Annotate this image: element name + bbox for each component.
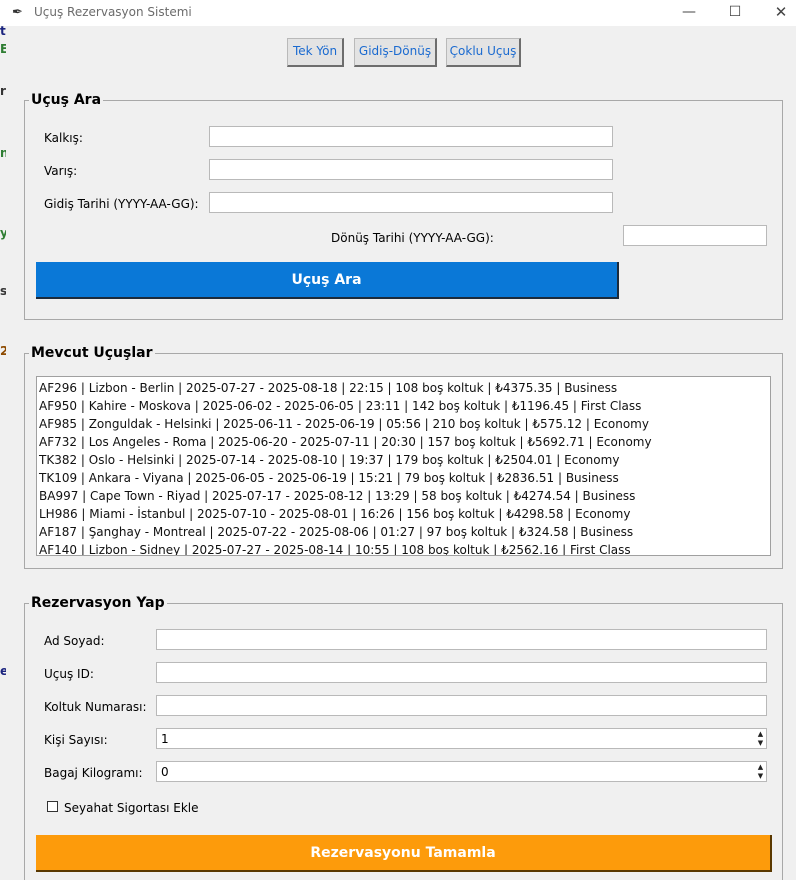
departure-date-input[interactable] xyxy=(209,192,613,213)
background-fragment: E xyxy=(0,42,6,56)
flights-listbox[interactable]: AF296 | Lizbon - Berlin | 2025-07-27 - 2… xyxy=(36,376,771,556)
background-fragment: s xyxy=(0,284,6,298)
booking-frame-title: Rezervasyon Yap xyxy=(29,595,167,611)
title-bar[interactable]: ✒ Uçuş Rezervasyon Sistemi — ☐ ✕ xyxy=(0,0,796,26)
passenger-count-label: Kişi Sayısı: xyxy=(44,733,108,747)
flight-list-item[interactable]: AF950 | Kahire - Moskova | 2025-06-02 - … xyxy=(37,397,770,415)
arrival-city-label: Varış: xyxy=(44,164,78,178)
search-frame-title: Uçuş Ara xyxy=(29,92,104,108)
minimize-button[interactable]: — xyxy=(666,0,712,26)
flight-list-item[interactable]: LH986 | Miami - İstanbul | 2025-07-10 - … xyxy=(37,505,770,523)
full-name-label: Ad Soyad: xyxy=(44,634,105,648)
flight-id-label: Uçuş ID: xyxy=(44,667,94,681)
spin-up-icon[interactable]: ▲ xyxy=(754,730,767,739)
flight-list-item[interactable]: AF187 | Şanghay - Montreal | 2025-07-22 … xyxy=(37,523,770,541)
spin-up-icon[interactable]: ▲ xyxy=(754,763,767,772)
search-flights-button[interactable]: Uçuş Ara xyxy=(36,262,619,299)
multi-city-button[interactable]: Çoklu Uçuş xyxy=(446,38,521,67)
background-fragment: t xyxy=(0,24,6,38)
background-fragment: n xyxy=(0,146,6,160)
flight-list-item[interactable]: BA997 | Cape Town - Riyad | 2025-07-17 -… xyxy=(37,487,770,505)
complete-reservation-button[interactable]: Rezervasyonu Tamamla xyxy=(36,835,772,872)
seat-number-label: Koltuk Numarası: xyxy=(44,700,147,714)
travel-insurance-label[interactable]: Seyahat Sigortası Ekle xyxy=(64,801,198,815)
flight-list-item[interactable]: TK382 | Oslo - Helsinki | 2025-07-14 - 2… xyxy=(37,451,770,469)
passenger-count-spinbox[interactable] xyxy=(156,728,767,749)
background-fragment: 2 xyxy=(0,344,6,358)
arrival-city-input[interactable] xyxy=(209,159,613,180)
baggage-weight-spinbox[interactable] xyxy=(156,761,767,782)
spin-down-icon[interactable]: ▼ xyxy=(754,739,767,748)
flight-list-item[interactable]: TK109 | Ankara - Viyana | 2025-06-05 - 2… xyxy=(37,469,770,487)
background-fragment: e xyxy=(0,664,6,678)
background-fragment: y xyxy=(0,226,6,240)
round-trip-button[interactable]: Gidiş-Dönüş xyxy=(354,38,437,67)
flight-list-item[interactable]: AF985 | Zonguldak - Helsinki | 2025-06-1… xyxy=(37,415,770,433)
app-window: ✒ Uçuş Rezervasyon Sistemi — ☐ ✕ t E r n… xyxy=(0,0,796,880)
return-date-label: Dönüş Tarihi (YYYY-AA-GG): xyxy=(331,231,494,245)
close-button[interactable]: ✕ xyxy=(758,0,796,26)
spin-down-icon[interactable]: ▼ xyxy=(754,772,767,781)
departure-city-input[interactable] xyxy=(209,126,613,147)
baggage-weight-label: Bagaj Kilogramı: xyxy=(44,766,143,780)
flight-list-item[interactable]: AF296 | Lizbon - Berlin | 2025-07-27 - 2… xyxy=(37,379,770,397)
departure-city-label: Kalkış: xyxy=(44,131,83,145)
flight-list-item[interactable]: AF732 | Los Angeles - Roma | 2025-06-20 … xyxy=(37,433,770,451)
one-way-button[interactable]: Tek Yön xyxy=(287,38,344,67)
flight-list-item[interactable]: AF140 | Lizbon - Sidney | 2025-07-27 - 2… xyxy=(37,541,770,555)
seat-number-input[interactable] xyxy=(156,695,767,716)
feather-icon: ✒ xyxy=(12,5,23,20)
flights-frame-title: Mevcut Uçuşlar xyxy=(29,345,155,361)
maximize-button[interactable]: ☐ xyxy=(712,0,758,26)
departure-date-label: Gidiş Tarihi (YYYY-AA-GG): xyxy=(44,197,199,211)
window-title: Uçuş Rezervasyon Sistemi xyxy=(34,5,192,19)
return-date-input[interactable] xyxy=(623,225,767,246)
travel-insurance-checkbox[interactable] xyxy=(47,801,58,812)
background-fragment: r xyxy=(0,84,6,98)
full-name-input[interactable] xyxy=(156,629,767,650)
flight-id-input[interactable] xyxy=(156,662,767,683)
